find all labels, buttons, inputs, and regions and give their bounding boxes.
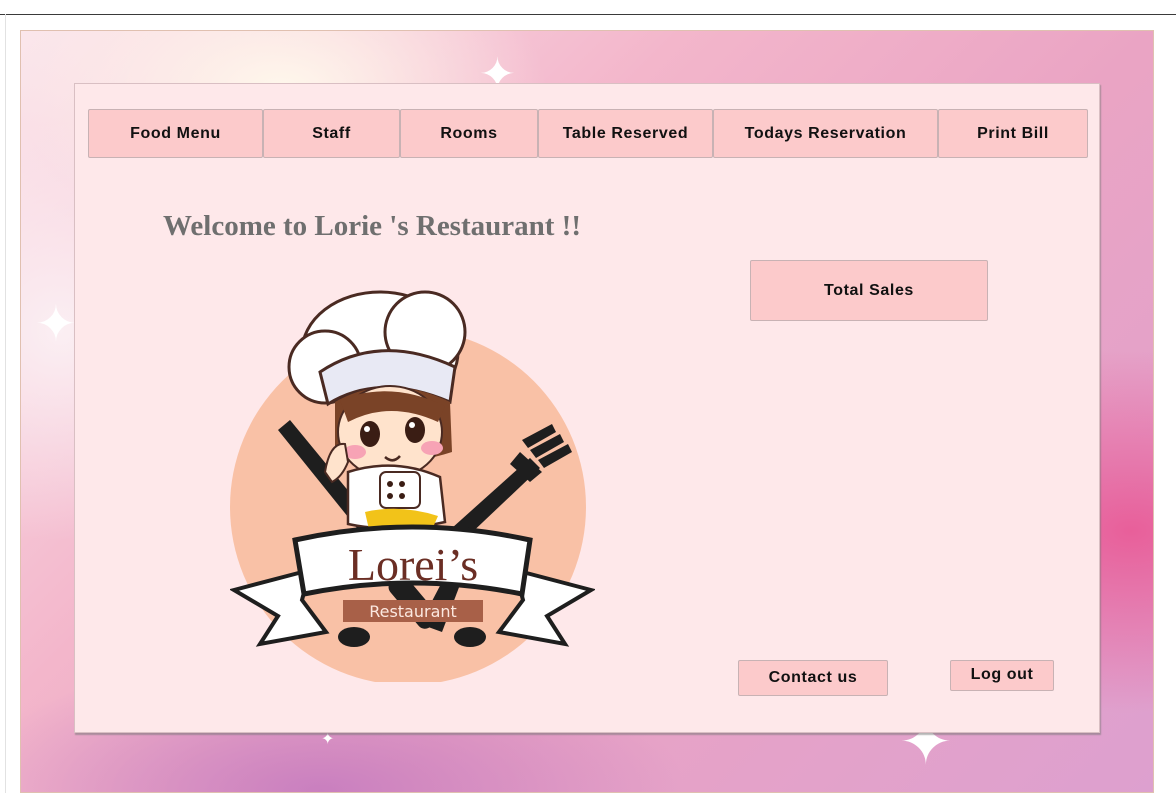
log-out-button[interactable]: Log out	[950, 660, 1054, 691]
nav-staff-button[interactable]: Staff	[263, 109, 400, 158]
logo-subtitle: Restaurant	[369, 602, 457, 621]
nav-print-bill-button[interactable]: Print Bill	[938, 109, 1088, 158]
nav-food-menu-button[interactable]: Food Menu	[88, 109, 263, 158]
sparkle-icon: ✦	[35, 295, 77, 353]
restaurant-logo: Lorei’s Restaurant	[230, 290, 595, 682]
total-sales-button[interactable]: Total Sales	[750, 260, 988, 321]
nav-todays-reservation-button[interactable]: Todays Reservation	[713, 109, 938, 158]
contact-us-button[interactable]: Contact us	[738, 660, 888, 696]
logo-title: Lorei’s	[348, 539, 478, 590]
welcome-heading: Welcome to Lorie 's Restaurant !!	[163, 210, 581, 242]
sparkle-icon: ✦	[321, 729, 335, 748]
window-left-border	[5, 14, 6, 793]
nav-rooms-button[interactable]: Rooms	[400, 109, 538, 158]
window-top-bar	[0, 0, 1176, 15]
nav-table-reserved-button[interactable]: Table Reserved	[538, 109, 713, 158]
main-panel: Food Menu Staff Rooms Table Reserved Tod…	[74, 83, 1100, 733]
